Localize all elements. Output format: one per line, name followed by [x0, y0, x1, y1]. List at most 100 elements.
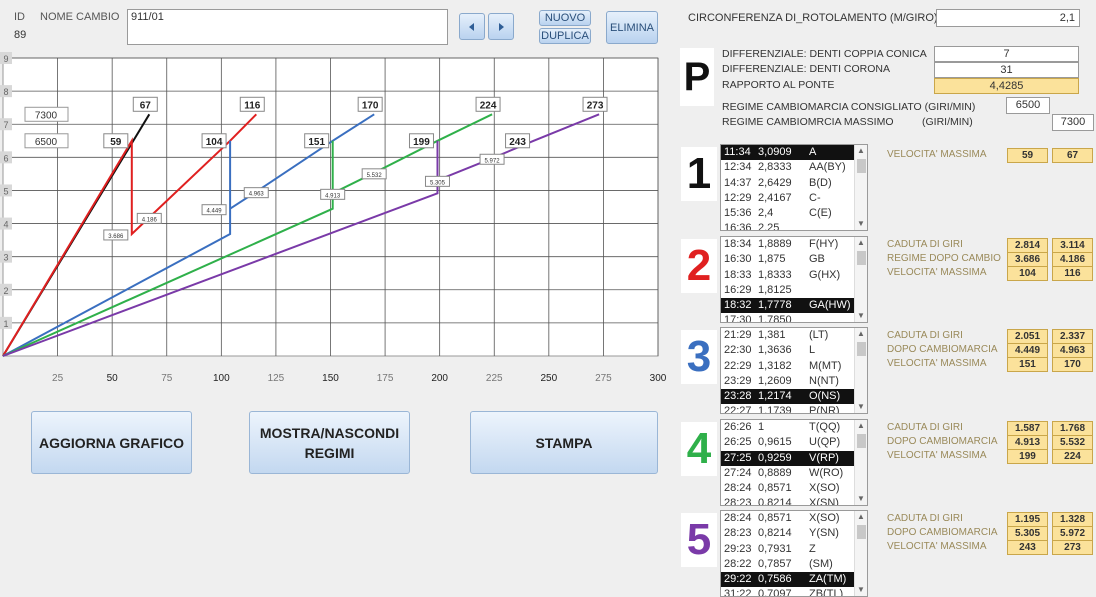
scroll-thumb[interactable] — [857, 159, 866, 173]
scroll-up-icon[interactable]: ▲ — [855, 420, 867, 432]
speed-label: VELOCITA' MASSIMA — [887, 541, 987, 552]
list-item[interactable]: 29:22 0,7586 ZA(TM) — [721, 572, 867, 588]
list-item[interactable]: 15:36 2,4 C(E) — [721, 206, 867, 221]
list-item[interactable]: 26:25 0,9615 U(QP) — [721, 435, 867, 450]
list-item[interactable]: 28:23 0,8214 X(SN) — [721, 496, 867, 505]
scroll-up-icon[interactable]: ▲ — [855, 328, 867, 340]
list-item[interactable]: 29:23 0,7931 Z — [721, 542, 867, 557]
diff-conica-input[interactable]: 7 — [934, 46, 1079, 62]
scroll-down-icon[interactable]: ▼ — [855, 584, 867, 596]
list-item[interactable]: 14:37 2,6429 B(D) — [721, 176, 867, 191]
scroll-up-icon[interactable]: ▲ — [855, 145, 867, 157]
gear-ratio-list-5[interactable]: 28:24 0,8571 X(SO) 28:23 0,8214 Y(SN) 29:23 0,7… — [720, 510, 868, 597]
teeth-cell: 18:33 — [724, 268, 752, 281]
gear-number-1: 1 — [681, 147, 717, 201]
ratio-cell: 2,4 — [758, 207, 774, 220]
diff-conica-label: DIFFERENZIALE: DENTI COPPIA CONICA — [722, 48, 927, 60]
list-scrollbar[interactable]: ▲ ▼ — [854, 420, 867, 505]
scroll-thumb[interactable] — [857, 251, 866, 265]
list-item[interactable]: 31:22 0,7097 ZB(TL) — [721, 587, 867, 597]
list-item[interactable]: 23:28 1,2174 O(NS) — [721, 389, 867, 405]
gear-ratio-list-2[interactable]: 18:34 1,8889 F(HY) 16:30 1,875 GB 18:33 1,8333 G… — [720, 236, 868, 323]
list-scrollbar[interactable]: ▲ ▼ — [854, 328, 867, 413]
list-item[interactable]: 12:34 2,8333 AA(BY) — [721, 160, 867, 175]
teeth-cell: 16:29 — [724, 283, 752, 296]
code-cell: C(E) — [809, 207, 832, 220]
regime-massimo-input[interactable]: 7300 — [1052, 114, 1094, 131]
gear-number-4: 4 — [681, 422, 717, 476]
speed-value: 59 — [1007, 148, 1048, 163]
scroll-thumb[interactable] — [857, 525, 866, 539]
gear-ratio-list-4[interactable]: 26:26 1 T(QQ) 26:25 0,9615 U(QP) 27:25 0,9259 V(… — [720, 419, 868, 506]
nuovo-button[interactable]: NUOVO — [539, 10, 591, 26]
list-item[interactable]: 21:29 1,381 (LT) — [721, 328, 867, 343]
gear-ratio-list-3[interactable]: 21:29 1,381 (LT) 22:30 1,3636 L 22:29 1,3182 M(M… — [720, 327, 868, 414]
speed-label: 243 — [509, 137, 526, 148]
elimina-button[interactable]: ELIMINA — [606, 11, 658, 44]
scroll-up-icon[interactable]: ▲ — [855, 237, 867, 249]
list-item[interactable]: 18:34 1,8889 F(HY) — [721, 237, 867, 252]
drop-label: CADUTA DI GIRI — [887, 513, 963, 524]
list-item[interactable]: 23:29 1,2609 N(NT) — [721, 374, 867, 389]
teeth-cell: 29:23 — [724, 542, 752, 555]
ratio-cell: 0,7586 — [758, 573, 792, 586]
scroll-down-icon[interactable]: ▼ — [855, 493, 867, 505]
x-tick-label: 200 — [431, 373, 448, 384]
aggiorna-grafico-button[interactable]: AGGIORNA GRAFICO — [31, 411, 192, 474]
scroll-up-icon[interactable]: ▲ — [855, 511, 867, 523]
stampa-button[interactable]: STAMPA — [470, 411, 658, 474]
code-cell: C- — [809, 191, 821, 204]
list-item[interactable]: 11:34 3,0909 A — [721, 145, 867, 161]
after-label: REGIME DOPO CAMBIO — [887, 253, 1001, 264]
list-item[interactable]: 16:30 1,875 GB — [721, 252, 867, 267]
code-cell: W(RO) — [809, 466, 844, 479]
scroll-down-icon[interactable]: ▼ — [855, 310, 867, 322]
list-item[interactable]: 27:25 0,9259 V(RP) — [721, 450, 867, 466]
regime-consigliato-input[interactable]: 6500 — [1006, 97, 1050, 114]
ratio-cell: 1,381 — [758, 329, 786, 341]
scroll-down-icon[interactable]: ▼ — [855, 218, 867, 230]
list-item[interactable]: 16:29 1,8125 — [721, 283, 867, 298]
ratio-cell: 2,6429 — [758, 176, 792, 189]
scroll-down-icon[interactable]: ▼ — [855, 401, 867, 413]
diff-corona-input[interactable]: 31 — [934, 62, 1079, 78]
scroll-thumb[interactable] — [857, 434, 866, 448]
code-cell: (SM) — [809, 557, 833, 570]
list-item[interactable]: 17:30 1,7850 — [721, 313, 867, 323]
circonferenza-input[interactable]: 2,1 — [936, 9, 1080, 27]
list-item[interactable]: 28:22 0,7857 (SM) — [721, 557, 867, 572]
list-item[interactable]: 28:24 0,8571 X(SO) — [721, 511, 867, 526]
list-item[interactable]: 22:27 1,1739 P(NR) — [721, 404, 867, 413]
name-field[interactable]: 911/01 — [127, 9, 448, 45]
mostra-nascondi-regimi-button[interactable]: MOSTRA/NASCONDI REGIMI — [249, 411, 410, 474]
drop-label: 5.972 — [485, 158, 501, 164]
list-item[interactable]: 27:24 0,8889 W(RO) — [721, 466, 867, 481]
list-item[interactable]: 22:30 1,3636 L — [721, 343, 867, 358]
list-item[interactable]: 18:33 1,8333 G(HX) — [721, 268, 867, 283]
after-value: 4.449 — [1007, 343, 1048, 358]
list-item[interactable]: 28:24 0,8571 X(SO) — [721, 481, 867, 496]
ratio-cell: 2,8333 — [758, 161, 792, 174]
ratio-cell: 1,8125 — [758, 283, 792, 296]
after-value: 5.532 — [1052, 435, 1093, 450]
teeth-cell: 23:28 — [724, 390, 752, 403]
code-cell: O(NS) — [809, 390, 841, 403]
code-cell: ZB(TL) — [809, 588, 844, 597]
next-record-button[interactable] — [488, 13, 514, 40]
teeth-cell: 21:29 — [724, 329, 752, 341]
code-cell: X(SO) — [809, 482, 840, 495]
list-item[interactable]: 28:23 0,8214 Y(SN) — [721, 526, 867, 541]
list-item[interactable]: 22:29 1,3182 M(MT) — [721, 359, 867, 374]
gear-ratio-list-1[interactable]: 11:34 3,0909 A 12:34 2,8333 AA(BY) 14:37 2,6429… — [720, 144, 868, 231]
list-item[interactable]: 26:26 1 T(QQ) — [721, 420, 867, 435]
list-scrollbar[interactable]: ▲ ▼ — [854, 145, 867, 230]
list-item[interactable]: 18:32 1,7778 GA(HW) — [721, 298, 867, 314]
prev-record-button[interactable] — [459, 13, 485, 40]
list-item[interactable]: 16:36 2,25 — [721, 221, 867, 230]
list-scrollbar[interactable]: ▲ ▼ — [854, 511, 867, 596]
duplica-button[interactable]: DUPLICA — [539, 28, 591, 44]
list-item[interactable]: 12:29 2,4167 C- — [721, 191, 867, 206]
ratio-cell: 1,7850 — [758, 314, 792, 323]
list-scrollbar[interactable]: ▲ ▼ — [854, 237, 867, 322]
scroll-thumb[interactable] — [857, 342, 866, 356]
